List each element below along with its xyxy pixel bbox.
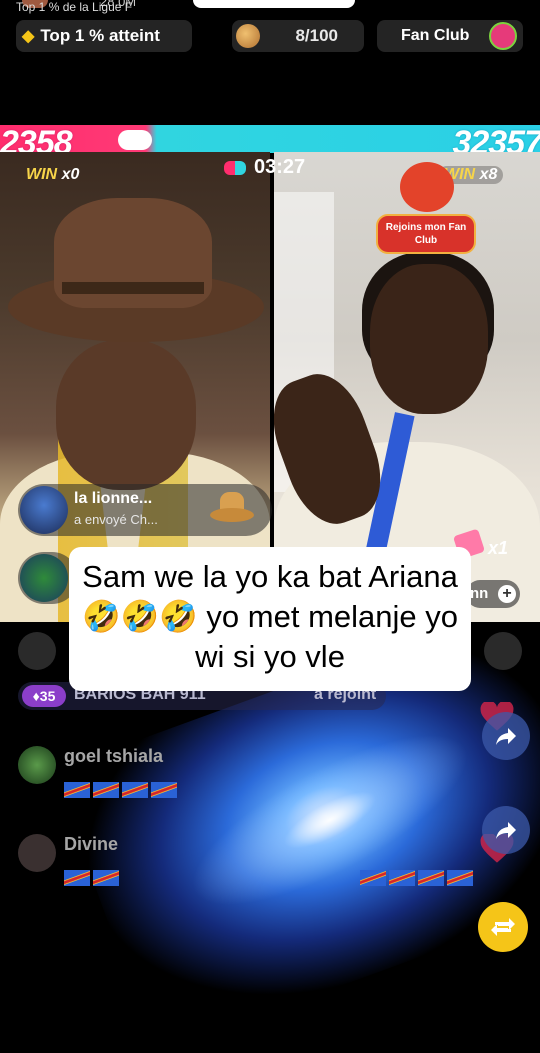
share-arrow-icon [496,728,516,745]
drc-flag-icon [122,782,148,798]
plus-icon[interactable]: + [498,585,516,603]
progress-value: 8/100 [295,26,338,45]
top-partial-pill [193,0,355,8]
flag-emojis [64,782,180,801]
win-label: WIN [26,166,58,183]
fan-club-join-badge[interactable]: Rejoins mon Fan Club [374,162,478,256]
repost-button[interactable] [478,902,528,952]
avatar [20,486,68,534]
planet-icon [236,24,260,48]
boxing-gloves-icon [224,160,246,175]
timer-value: 03:27 [254,156,306,178]
drc-flag-icon [64,870,90,886]
drc-flag-icon [64,782,90,798]
gift-notification: la lionne... a envoyé Ch... [18,484,272,536]
flag-emojis [360,870,476,889]
drc-flag-icon [389,870,415,886]
drc-flag-icon [447,870,473,886]
caption-text: Sam we la yo ka bat Ariana🤣🤣🤣 yo met mel… [69,547,471,691]
fan-badge-label: Rejoins mon Fan Club [376,214,476,254]
share-button[interactable] [482,806,530,854]
win-count: x0 [61,166,80,183]
follow-pill[interactable]: nn + [466,580,520,608]
league-badge[interactable]: ◆ Top 1 % atteint [16,20,192,52]
battle-timer: 03:27 [224,156,305,179]
gift-hat-icon [210,488,254,528]
host-face [56,340,196,490]
fan-club-button[interactable]: Fan Club [377,20,523,52]
level-value: 35 [39,688,56,704]
share-button[interactable] [482,712,530,760]
flag-emojis [64,870,122,889]
drc-flag-icon [418,870,444,886]
avatar [484,632,522,670]
follow-name: nn [470,585,489,602]
drc-flag-icon [93,870,119,886]
level-badge: ♦35 [22,685,66,707]
avatar [20,554,68,602]
score-divider-arrow [118,130,152,150]
drc-flag-icon [151,782,177,798]
avatar [18,632,56,670]
drc-flag-icon [93,782,119,798]
fan-club-label: Fan Club [401,27,470,44]
host-face [370,264,488,414]
drc-flag-icon [360,870,386,886]
comment-author: Divine [64,834,119,854]
league-label: Top 1 % atteint [40,26,160,45]
avatar [18,834,56,872]
win-streak-left: WIN x0 [26,166,79,184]
league-rank-text: Top 1 % de la Ligue F [16,0,133,14]
diamond-icon: ◆ [22,28,35,45]
progress-pill[interactable]: 8/100 [232,20,364,52]
gift-multiplier: x1 [488,538,509,558]
fan-heart-icon [400,162,454,212]
repost-icon [491,918,515,936]
gift-sender-name: la lionne... [74,490,153,507]
comment-author: goel tshiala [64,746,164,766]
avatar [18,746,56,784]
share-arrow-icon [496,822,516,839]
fan-mascot-icon [489,22,517,50]
cowboy-hat-band [62,282,204,294]
win-count: x8 [479,166,498,183]
gift-action-text: a envoyé Ch... [74,512,158,527]
